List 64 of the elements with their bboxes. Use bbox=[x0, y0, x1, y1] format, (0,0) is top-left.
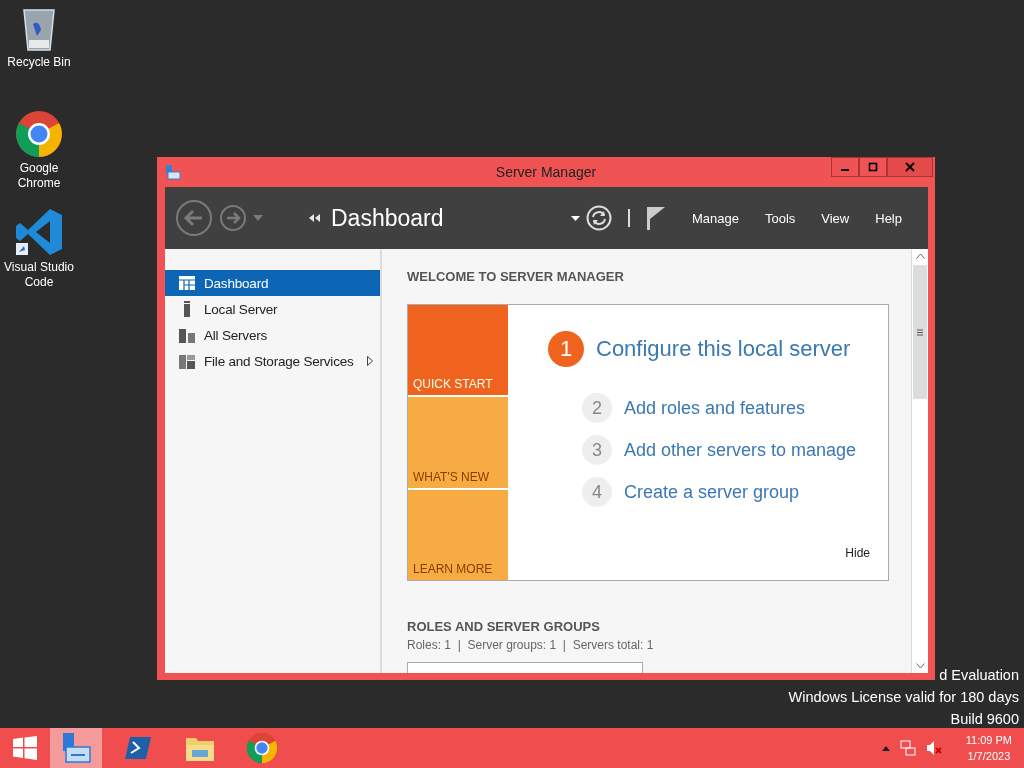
section-heading: ROLES AND SERVER GROUPS bbox=[407, 619, 601, 634]
menu-item[interactable]: Help bbox=[875, 210, 902, 226]
recycle-bin-icon[interactable] bbox=[21, 6, 57, 52]
roles-summary: Roles: 1 | Server groups: 1 | Servers total: 1 bbox=[407, 638, 655, 652]
step-link[interactable]: Add other servers to manage bbox=[624, 439, 857, 461]
watermark-text: Build 9600 bbox=[950, 710, 1019, 729]
show-hidden-icons-icon[interactable] bbox=[881, 745, 890, 751]
close-icon bbox=[905, 162, 915, 172]
flag-icon[interactable] bbox=[645, 206, 666, 230]
clock-date[interactable]: 1/7/2023 bbox=[967, 748, 1011, 764]
powershell-icon bbox=[125, 737, 151, 759]
scroll-up-icon[interactable] bbox=[915, 253, 925, 259]
double-caret-icon bbox=[309, 214, 321, 222]
menu-item[interactable]: Manage bbox=[691, 210, 739, 226]
code-editor-icon[interactable] bbox=[14, 207, 64, 257]
sidebar-item[interactable]: Dashboard bbox=[165, 270, 380, 296]
close-button[interactable] bbox=[887, 157, 933, 177]
watermark-text: d Evaluation bbox=[939, 666, 1019, 685]
watermark-text: Windows License valid for 180 days bbox=[788, 688, 1019, 707]
step-number: 3 bbox=[582, 435, 612, 465]
dashboard-icon bbox=[179, 276, 195, 290]
server-manager-icon bbox=[165, 164, 181, 180]
menu-item[interactable]: Tools bbox=[764, 210, 796, 226]
network-icon[interactable] bbox=[899, 740, 916, 756]
minimize-icon bbox=[841, 169, 849, 171]
tile-tab[interactable]: LEARN MORE bbox=[408, 489, 508, 580]
step-number: 2 bbox=[582, 393, 612, 423]
maximize-icon bbox=[868, 162, 878, 172]
chrome-icon bbox=[246, 732, 278, 764]
tile-tab[interactable]: WHAT'S NEW bbox=[408, 397, 508, 488]
servers-icon bbox=[179, 327, 195, 343]
storage-icon bbox=[179, 353, 195, 369]
desktop-icon-label[interactable]: Visual Studio Code bbox=[0, 260, 78, 290]
maximize-button[interactable] bbox=[859, 157, 887, 177]
breadcrumb-title: Dashboard bbox=[331, 204, 444, 232]
sidebar-item[interactable]: File and Storage Services bbox=[165, 348, 380, 374]
grip-icon bbox=[917, 328, 923, 336]
step-number: 1 bbox=[548, 331, 584, 367]
scroll-down-icon[interactable] bbox=[915, 663, 925, 669]
window-title: Server Manager bbox=[495, 164, 597, 180]
step-number: 4 bbox=[582, 477, 612, 507]
sidebar-item[interactable]: All Servers bbox=[165, 322, 380, 348]
section-heading: WELCOME TO SERVER MANAGER bbox=[407, 269, 625, 284]
forward-icon[interactable] bbox=[219, 204, 247, 232]
taskbar-app[interactable] bbox=[50, 728, 102, 768]
back-icon[interactable] bbox=[175, 199, 213, 237]
step-link[interactable]: Add roles and features bbox=[624, 397, 806, 419]
clock-time[interactable]: 11:09 PM bbox=[965, 732, 1012, 748]
hide-link[interactable]: Hide bbox=[845, 546, 870, 560]
dropdown-caret-icon[interactable] bbox=[570, 215, 580, 221]
menu-item[interactable]: View bbox=[821, 210, 850, 226]
server-manager-icon bbox=[60, 733, 92, 763]
minimize-button[interactable] bbox=[831, 157, 859, 177]
expand-arrow-icon[interactable] bbox=[366, 356, 373, 366]
step-link[interactable]: Configure this local server bbox=[596, 336, 851, 362]
step-link[interactable]: Create a server group bbox=[624, 481, 800, 503]
desktop-icon-label[interactable]: Recycle Bin bbox=[5, 55, 73, 70]
muted-speaker-icon[interactable] bbox=[925, 740, 942, 756]
windows-logo-icon bbox=[13, 736, 37, 760]
chrome-icon[interactable] bbox=[15, 110, 63, 158]
refresh-icon[interactable] bbox=[585, 205, 612, 231]
desktop-icon-label[interactable]: Google Chrome bbox=[0, 161, 78, 191]
sidebar-item[interactable]: Local Server bbox=[165, 296, 380, 322]
scroll-thumb[interactable] bbox=[913, 265, 927, 399]
